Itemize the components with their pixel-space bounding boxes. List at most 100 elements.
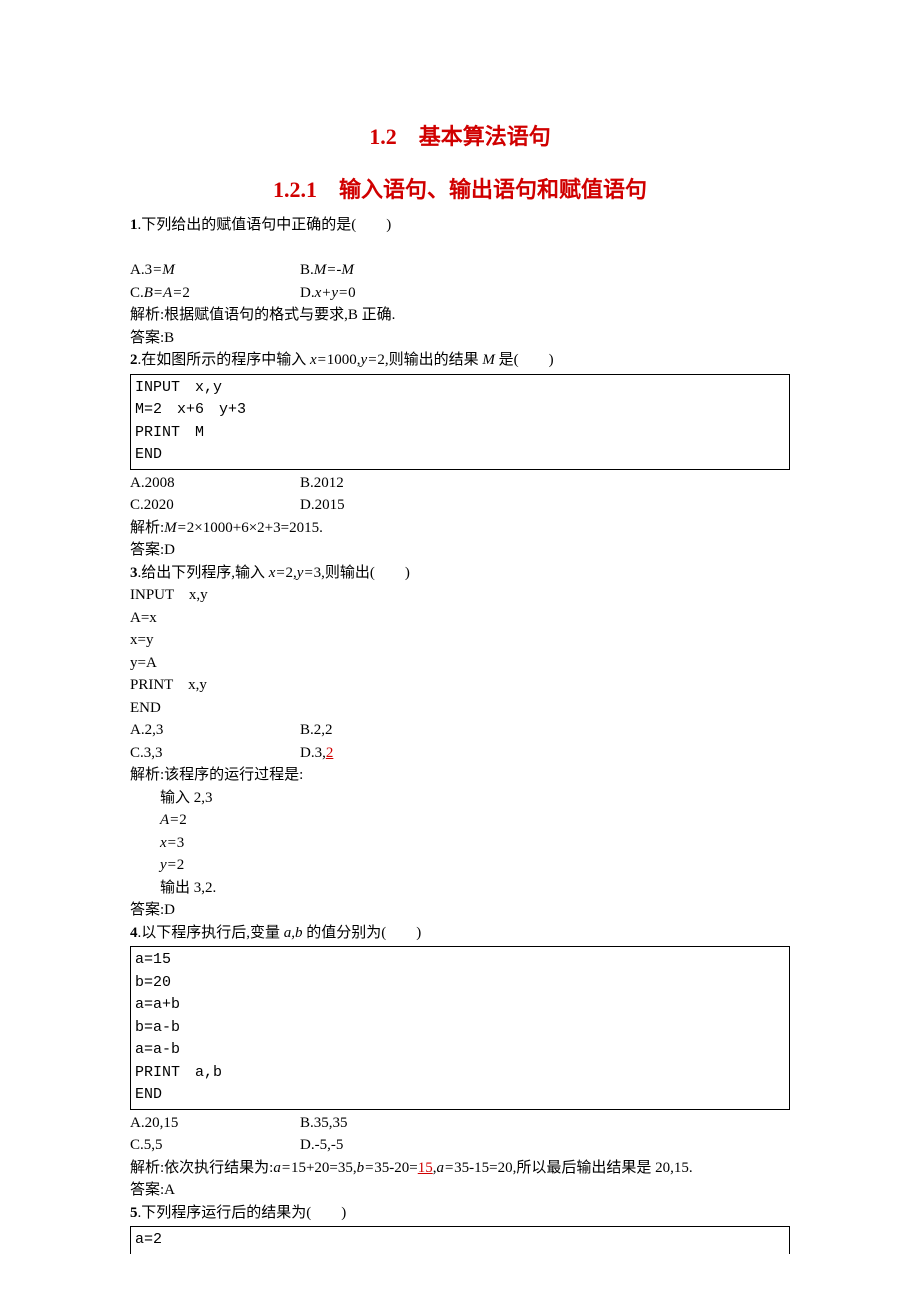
q1-spacer <box>130 237 790 260</box>
q3-stem: 3.给出下列程序,输入 x=2,y=3,则输出( ) <box>130 562 790 585</box>
q3-ans: 答案:D <box>130 899 790 922</box>
q2-row1: A.2008 B.2012 <box>130 472 790 495</box>
q2-b: B.2012 <box>300 472 470 495</box>
q4-num: 4 <box>130 925 138 941</box>
q5-text: .下列程序运行后的结果为( ) <box>138 1205 347 1221</box>
q3-step4: y=2 <box>130 854 790 877</box>
q2-exp: 解析:M=2×1000+6×2+3=2015. <box>130 517 790 540</box>
q3-code-3: x=y <box>130 629 790 652</box>
q3-row2: C.3,3 D.3,2 <box>130 742 790 765</box>
q4-ea2: a= <box>436 1160 454 1176</box>
q3-num: 3 <box>130 565 138 581</box>
q5-code-box: a=2 <box>130 1226 790 1254</box>
q2-c: C.2020 <box>130 494 300 517</box>
q1-text: .下列给出的赋值语句中正确的是( ) <box>138 217 392 233</box>
q4-b: B.35,35 <box>300 1112 470 1135</box>
q1-exp: 解析:根据赋值语句的格式与要求,B 正确. <box>130 304 790 327</box>
q2-code-1: INPUT x,y <box>135 377 785 400</box>
q4-row1: A.20,15 B.35,35 <box>130 1112 790 1135</box>
q1-a-m: =M <box>152 262 175 278</box>
q4-exp-pre: 解析:依次执行结果为: <box>130 1160 273 1176</box>
q4-ea1: a= <box>273 1160 291 1176</box>
q2-d: D.2015 <box>300 494 470 517</box>
q4-eb15: 15 <box>418 1160 433 1176</box>
q3-s3v: 3 <box>177 835 185 851</box>
q2-end: 是( ) <box>495 352 554 368</box>
q1-a-pre: A.3 <box>130 262 152 278</box>
q2-ans: 答案:D <box>130 539 790 562</box>
content-body: 1.下列给出的赋值语句中正确的是( ) A.3=M B.M=-M C.B=A=2… <box>130 214 790 1254</box>
q3-b: B.2,2 <box>300 719 470 742</box>
q2-xv: 1000, <box>327 352 361 368</box>
q4-ea1v: 15+20=35, <box>291 1160 357 1176</box>
q3-step3: x=3 <box>130 832 790 855</box>
q1-d-0: 0 <box>348 285 356 301</box>
q4-ab: a,b <box>284 925 303 941</box>
q4-end: 的值分别为( ) <box>303 925 422 941</box>
q4-exp: 解析:依次执行结果为:a=15+20=35,b=35-20=15,a=35-15… <box>130 1157 790 1180</box>
q5-num: 5 <box>130 1205 138 1221</box>
q3-c: C.3,3 <box>130 742 300 765</box>
q3-xv: 2, <box>286 565 297 581</box>
q3-exp-head: 解析:该程序的运行过程是: <box>130 764 790 787</box>
q1-row2: C.B=A=2 D.x+y=0 <box>130 282 790 305</box>
q3-s2a: A= <box>160 812 179 828</box>
q2-t1: .在如图所示的程序中输入 <box>138 352 311 368</box>
q2-a: A.2008 <box>130 472 300 495</box>
q5-stem: 5.下列程序运行后的结果为( ) <box>130 1202 790 1225</box>
q4-eb1: b= <box>357 1160 375 1176</box>
q2-code-2: M=2 x+6 y+3 <box>135 399 785 422</box>
q3-step1: 输入 2,3 <box>130 787 790 810</box>
q2-code-3: PRINT M <box>135 422 785 445</box>
q1-d-m: x+y= <box>315 285 349 301</box>
q3-yv: 3,则输出( ) <box>314 565 410 581</box>
q3-step2: A=2 <box>130 809 790 832</box>
q1-stem: 1.下列给出的赋值语句中正确的是( ) <box>130 214 790 237</box>
q3-code-5: PRINT x,y <box>130 674 790 697</box>
q2-y: y= <box>361 352 378 368</box>
q4-ea2v: 35-15=20,所以最后输出结果是 20,15. <box>454 1160 692 1176</box>
q1-ans: 答案:B <box>130 327 790 350</box>
q3-code-4: y=A <box>130 652 790 675</box>
q2-code-4: END <box>135 444 785 467</box>
q3-s2v: 2 <box>179 812 187 828</box>
q1-c-m: B=A= <box>144 285 183 301</box>
q3-s3a: x= <box>160 835 177 851</box>
q2-stem: 2.在如图所示的程序中输入 x=1000,y=2,则输出的结果 M 是( ) <box>130 349 790 372</box>
q3-x: x= <box>269 565 286 581</box>
q2-exp-m: M= <box>164 520 187 536</box>
q3-d-pre: D.3, <box>300 745 326 761</box>
q4-code-6: PRINT a,b <box>135 1062 785 1085</box>
q5-code-1: a=2 <box>135 1229 785 1252</box>
q1-b-pre: B. <box>300 262 314 278</box>
q4-a: A.20,15 <box>130 1112 300 1135</box>
q1-c-2: 2 <box>182 285 190 301</box>
q3-s4v: 2 <box>177 857 185 873</box>
q3-code-2: A=x <box>130 607 790 630</box>
q3-row1: A.2,3 B.2,2 <box>130 719 790 742</box>
q4-ans: 答案:A <box>130 1179 790 1202</box>
q3-step5: 输出 3,2. <box>130 877 790 900</box>
q3-code-6: END <box>130 697 790 720</box>
q2-row2: C.2020 D.2015 <box>130 494 790 517</box>
q4-code-5: a=a-b <box>135 1039 785 1062</box>
q1-row1: A.3=M B.M=-M <box>130 259 790 282</box>
q2-exp-rest: 2×1000+6×2+3=2015. <box>187 520 323 536</box>
q3-t1: .给出下列程序,输入 <box>138 565 269 581</box>
q4-c: C.5,5 <box>130 1134 300 1157</box>
q4-code-2: b=20 <box>135 972 785 995</box>
q4-t1: .以下程序执行后,变量 <box>138 925 284 941</box>
q2-yv: 2,则输出的结果 <box>377 352 482 368</box>
q3-code-1: INPUT x,y <box>130 584 790 607</box>
q1-c-pre: C. <box>130 285 144 301</box>
section-title: 1.2 基本算法语句 <box>130 120 790 153</box>
q3-a: A.2,3 <box>130 719 300 742</box>
q4-eb1v: 35-20= <box>374 1160 417 1176</box>
q3-y: y= <box>297 565 314 581</box>
q4-d: D.-5,-5 <box>300 1134 470 1157</box>
q1-d-pre: D. <box>300 285 315 301</box>
q4-code-7: END <box>135 1084 785 1107</box>
q2-num: 2 <box>130 352 138 368</box>
q1-b-m: M=-M <box>314 262 354 278</box>
q2-x: x= <box>310 352 327 368</box>
